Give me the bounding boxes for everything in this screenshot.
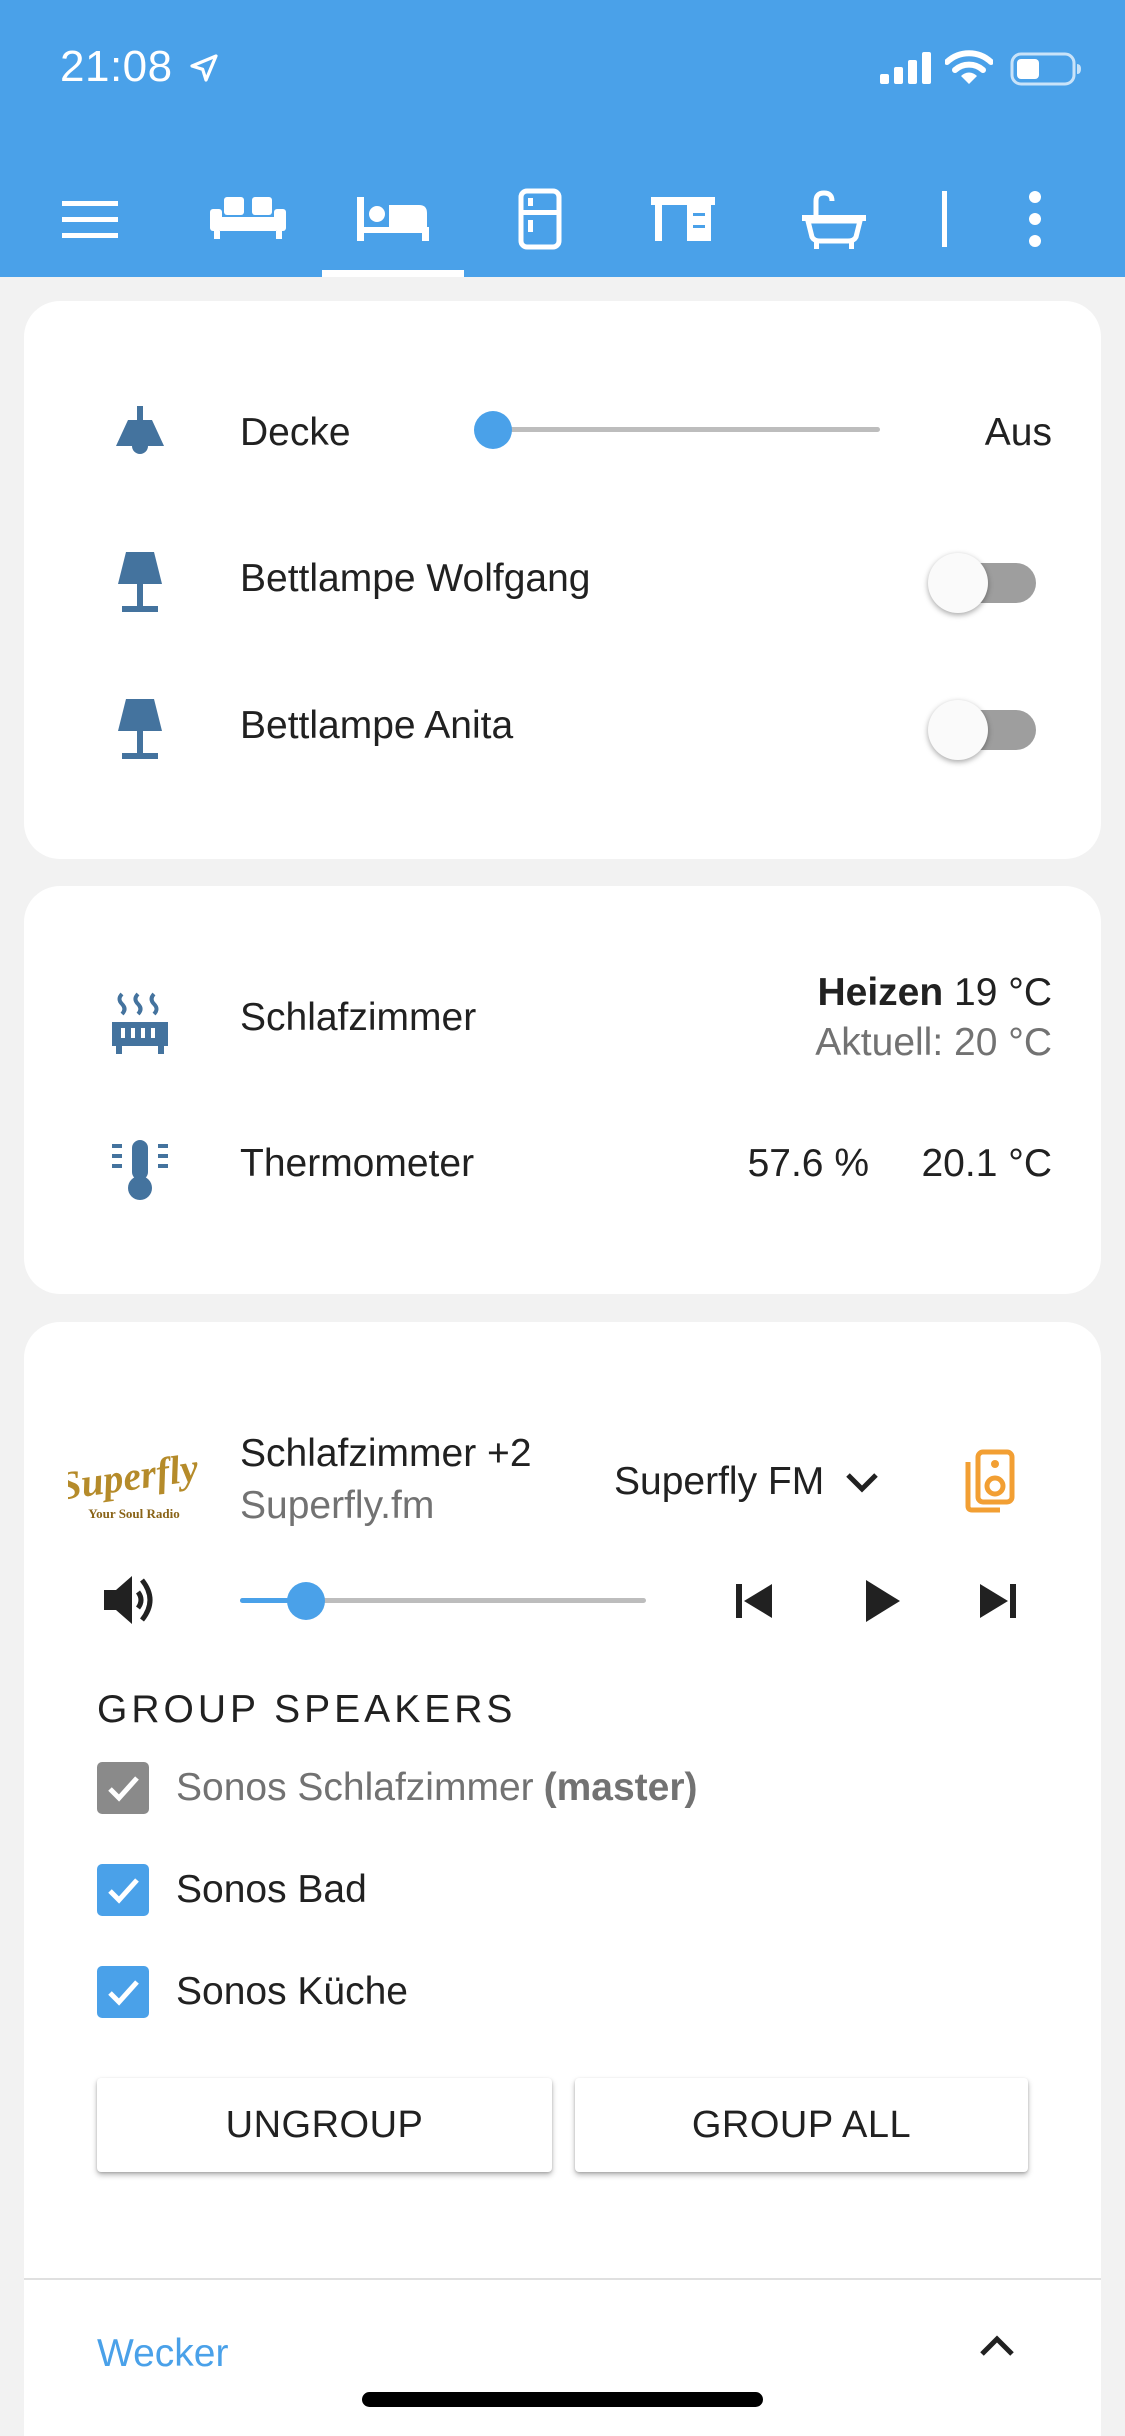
speaker-name: Sonos Küche bbox=[176, 1970, 409, 2013]
thermometer-icon bbox=[112, 1140, 168, 1200]
app-header: 21:08 bbox=[0, 0, 1125, 277]
sofa-icon bbox=[210, 196, 286, 239]
play-icon bbox=[866, 1580, 900, 1622]
tab-bedroom[interactable] bbox=[322, 160, 464, 277]
divider bbox=[24, 2278, 1101, 2280]
ungroup-button[interactable]: UNGROUP bbox=[97, 2078, 552, 2172]
menu-button[interactable] bbox=[50, 160, 130, 277]
status-time: 21:08 bbox=[60, 42, 173, 91]
more-options-button[interactable] bbox=[1010, 160, 1060, 277]
thermostat-target-line: Heizen 19 °C bbox=[815, 968, 1052, 1018]
media-station: Superfly.fm bbox=[240, 1484, 435, 1527]
group-speakers-title: GROUP SPEAKERS bbox=[97, 1688, 517, 1731]
volume-high-icon bbox=[104, 1576, 153, 1624]
source-select-value: Superfly FM bbox=[614, 1460, 825, 1503]
status-bar: 21:08 bbox=[0, 0, 1125, 140]
speaker-label: Sonos Küche bbox=[176, 1970, 408, 2014]
tab-living-room[interactable] bbox=[198, 160, 298, 277]
lamp-anita-label: Bettlampe Anita bbox=[240, 704, 514, 747]
battery-icon bbox=[1010, 52, 1081, 86]
thermostat-state: Heizen 19 °C Aktuell: 20 °C bbox=[815, 968, 1052, 1068]
slider-thumb[interactable] bbox=[474, 411, 512, 449]
speaker-label: Sonos Schlafzimmer (master) bbox=[176, 1766, 698, 1810]
svg-text:Superfly: Superfly bbox=[68, 1445, 198, 1509]
lamp-wolfgang-icon-cell bbox=[104, 546, 176, 618]
source-select[interactable]: Superfly FM bbox=[614, 1454, 882, 1510]
next-track-button[interactable] bbox=[972, 1576, 1022, 1626]
speaker-master-tag: (master) bbox=[543, 1766, 698, 1809]
ceiling-brightness-slider[interactable] bbox=[474, 405, 894, 455]
collapse-button[interactable] bbox=[972, 2326, 1022, 2366]
ceiling-light-state: Aus bbox=[984, 411, 1052, 454]
media-card: Superfly Your Soul Radio Schlafzimmer +2… bbox=[24, 1322, 1101, 2436]
tab-divider bbox=[925, 160, 965, 277]
svg-text:Your Soul Radio: Your Soul Radio bbox=[88, 1506, 180, 1521]
tab-bar bbox=[0, 160, 1125, 277]
speaker-checkbox bbox=[97, 1762, 149, 1814]
speaker-name: Sonos Schlafzimmer bbox=[176, 1766, 534, 1809]
thermostat-current: Aktuell: 20 °C bbox=[815, 1021, 1052, 1064]
tab-kitchen[interactable] bbox=[500, 160, 580, 277]
superfly-logo: Superfly Your Soul Radio bbox=[56, 1445, 201, 1521]
temperature-value: 20.1 °C bbox=[921, 1142, 1052, 1185]
divider-icon bbox=[942, 190, 947, 247]
speaker-group-button[interactable] bbox=[964, 1448, 1016, 1514]
lamp-wolfgang-toggle[interactable] bbox=[928, 545, 1038, 615]
thermostat-target: 19 °C bbox=[954, 971, 1052, 1014]
climate-card: Schlafzimmer Heizen 19 °C Aktuell: 20 °C… bbox=[24, 886, 1101, 1294]
media-room: Schlafzimmer +2 bbox=[240, 1432, 532, 1475]
speaker-checkbox[interactable] bbox=[97, 1864, 149, 1916]
fridge-icon bbox=[518, 188, 562, 249]
cellular-signal-icon bbox=[880, 52, 931, 84]
chevron-up-icon bbox=[980, 2335, 1014, 2356]
tab-bathroom[interactable] bbox=[784, 160, 884, 277]
thermometer-label: Thermometer bbox=[240, 1142, 475, 1185]
desk-icon bbox=[651, 196, 715, 241]
check-icon bbox=[108, 1776, 139, 1802]
table-lamp-icon bbox=[118, 699, 162, 759]
location-arrow-icon bbox=[190, 54, 218, 82]
play-button[interactable] bbox=[854, 1574, 908, 1628]
wifi-icon bbox=[945, 50, 993, 84]
more-vert-icon bbox=[1029, 190, 1041, 247]
station-logo: Superfly Your Soul Radio bbox=[56, 1438, 201, 1538]
menu-icon bbox=[62, 200, 118, 238]
mute-button[interactable] bbox=[100, 1570, 160, 1630]
lights-card: Decke Aus Bettlampe Wolfgang Bettlampe A… bbox=[24, 301, 1101, 859]
ceiling-light-icon bbox=[116, 406, 164, 454]
thermostat-mode: Heizen bbox=[817, 971, 944, 1014]
speaker-multiple-icon bbox=[965, 1449, 1015, 1513]
alarm-link[interactable]: Wecker bbox=[97, 2332, 228, 2376]
table-lamp-icon bbox=[118, 552, 162, 612]
thermometer-icon-cell bbox=[104, 1134, 176, 1206]
speaker-label: Sonos Bad bbox=[176, 1868, 367, 1912]
volume-thumb[interactable] bbox=[287, 1582, 325, 1620]
volume-fill bbox=[240, 1598, 289, 1603]
skip-next-icon bbox=[980, 1584, 1016, 1618]
home-indicator bbox=[362, 2392, 763, 2407]
check-icon bbox=[108, 1878, 139, 1904]
skip-previous-icon bbox=[736, 1584, 772, 1618]
speaker-name: Sonos Bad bbox=[176, 1868, 367, 1911]
lamp-wolfgang-label: Bettlampe Wolfgang bbox=[240, 557, 591, 600]
bed-icon bbox=[357, 196, 429, 241]
group-all-button[interactable]: GROUP ALL bbox=[575, 2078, 1028, 2172]
speaker-checkbox[interactable] bbox=[97, 1966, 149, 2018]
chevron-down-icon bbox=[846, 1473, 878, 1493]
lamp-anita-icon-cell bbox=[104, 693, 176, 765]
lamp-anita-toggle[interactable] bbox=[928, 692, 1038, 762]
thermostat-icon-cell bbox=[104, 988, 176, 1060]
volume-slider[interactable] bbox=[240, 1576, 670, 1626]
tab-office[interactable] bbox=[638, 160, 728, 277]
bathtub-icon bbox=[802, 189, 866, 249]
ceiling-light-icon-cell bbox=[104, 396, 176, 468]
radiator-icon bbox=[112, 992, 168, 1054]
check-icon bbox=[108, 1980, 139, 2006]
thermostat-label: Schlafzimmer bbox=[240, 996, 477, 1039]
humidity-value: 57.6 % bbox=[747, 1142, 869, 1185]
previous-track-button[interactable] bbox=[730, 1576, 780, 1626]
ceiling-light-label: Decke bbox=[240, 411, 351, 454]
